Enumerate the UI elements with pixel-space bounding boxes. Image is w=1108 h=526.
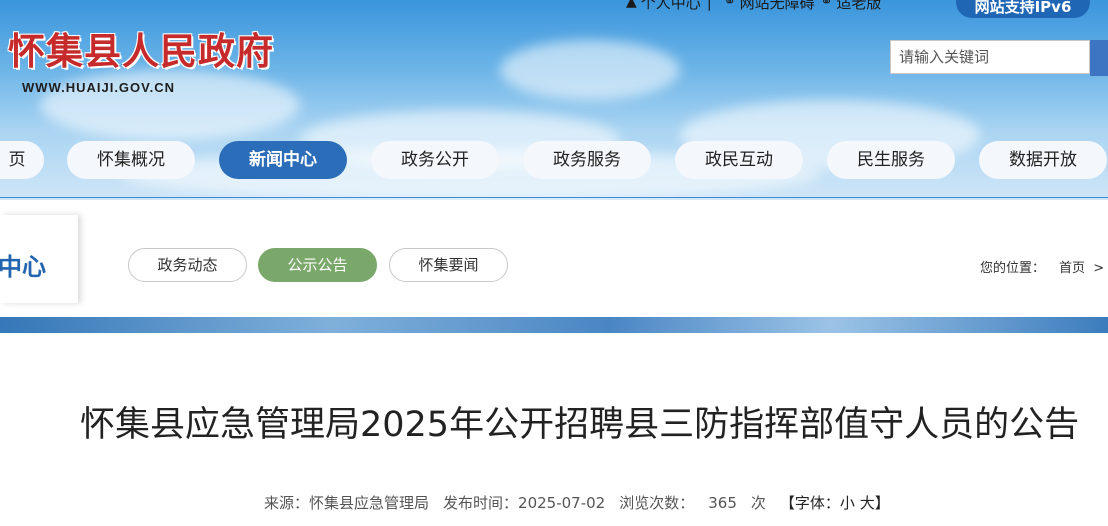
top-links: ▲ 个人中心 | ⚭ 网站无障碍 ⚭ 适老版 [620, 0, 881, 13]
views-label: 浏览次数： [619, 494, 695, 512]
site-header: ▲ 个人中心 | ⚭ 网站无障碍 ⚭ 适老版 网站支持IPv6 怀集县人民政府 … [0, 0, 1108, 200]
search-button[interactable] [1090, 40, 1108, 76]
breadcrumb: 您的位置： 首页 > [980, 257, 1104, 276]
source-label: 来源： [264, 494, 310, 512]
nav-item-interaction[interactable]: 政民互动 [675, 141, 803, 179]
ipv6-support-badge[interactable]: 网站支持IPv6 [956, 0, 1090, 18]
user-icon: ▲ [626, 0, 637, 10]
font-small-button[interactable]: 小 [840, 494, 855, 512]
site-logo-title[interactable]: 怀集县人民政府 [8, 21, 274, 75]
tab-huaiji-news[interactable]: 怀集要闻 [389, 248, 508, 282]
section-title-text: 中心 [0, 253, 46, 281]
views-unit: 次 [750, 494, 766, 512]
site-domain: WWW.HUAIJI.GOV.CN [22, 80, 176, 95]
font-size-close: 】 [874, 494, 890, 512]
article-title: 怀集县应急管理局2025年公开招聘县三防指挥部值守人员的公告 [80, 405, 1080, 445]
section-title: 中心 [0, 215, 78, 303]
article-meta: 来源：怀集县应急管理局 发布时间：2025-07-02 浏览次数： 365 次【字体：小… [264, 492, 890, 513]
nav-item-gov-affairs[interactable]: 政务公开 [371, 141, 499, 179]
nav-label: 页 [8, 150, 26, 170]
search-input[interactable]: 请输入关键词 [890, 40, 1090, 74]
accessibility-icon: ⚭ [723, 0, 736, 10]
nav-item-home[interactable]: 页 [0, 141, 44, 179]
nav-item-overview[interactable]: 怀集概况 [67, 141, 195, 179]
font-large-button[interactable]: 大 [860, 494, 875, 512]
personal-center-link[interactable]: 个人中心 [641, 0, 701, 13]
date-label: 发布时间： [443, 494, 519, 512]
section-banner-strip [0, 317, 1108, 333]
tab-gov-news[interactable]: 政务动态 [128, 248, 247, 282]
breadcrumb-separator: > [1093, 261, 1105, 276]
breadcrumb-home[interactable]: 首页 [1059, 261, 1085, 276]
tab-announcements[interactable]: 公示公告 [258, 248, 377, 282]
nav-item-services[interactable]: 政务服务 [523, 141, 651, 179]
elderly-mode-icon: ⚭ [820, 0, 833, 10]
accessibility-link[interactable]: 网站无障碍 [740, 0, 815, 13]
nav-item-news[interactable]: 新闻中心 [219, 141, 347, 179]
font-size-label: 【字体： [779, 494, 840, 512]
article-source: 怀集县应急管理局 [309, 494, 430, 512]
breadcrumb-label: 您的位置： [980, 261, 1046, 276]
view-count: 365 [708, 494, 737, 512]
nav-item-open-data[interactable]: 数据开放 [979, 141, 1107, 179]
elderly-mode-link[interactable]: 适老版 [836, 0, 881, 13]
divider: | [706, 0, 712, 11]
nav-item-livelihood[interactable]: 民生服务 [827, 141, 955, 179]
cloud-decoration [500, 40, 680, 100]
nav-divider [0, 197, 1108, 198]
article-date: 2025-07-02 [518, 494, 606, 512]
